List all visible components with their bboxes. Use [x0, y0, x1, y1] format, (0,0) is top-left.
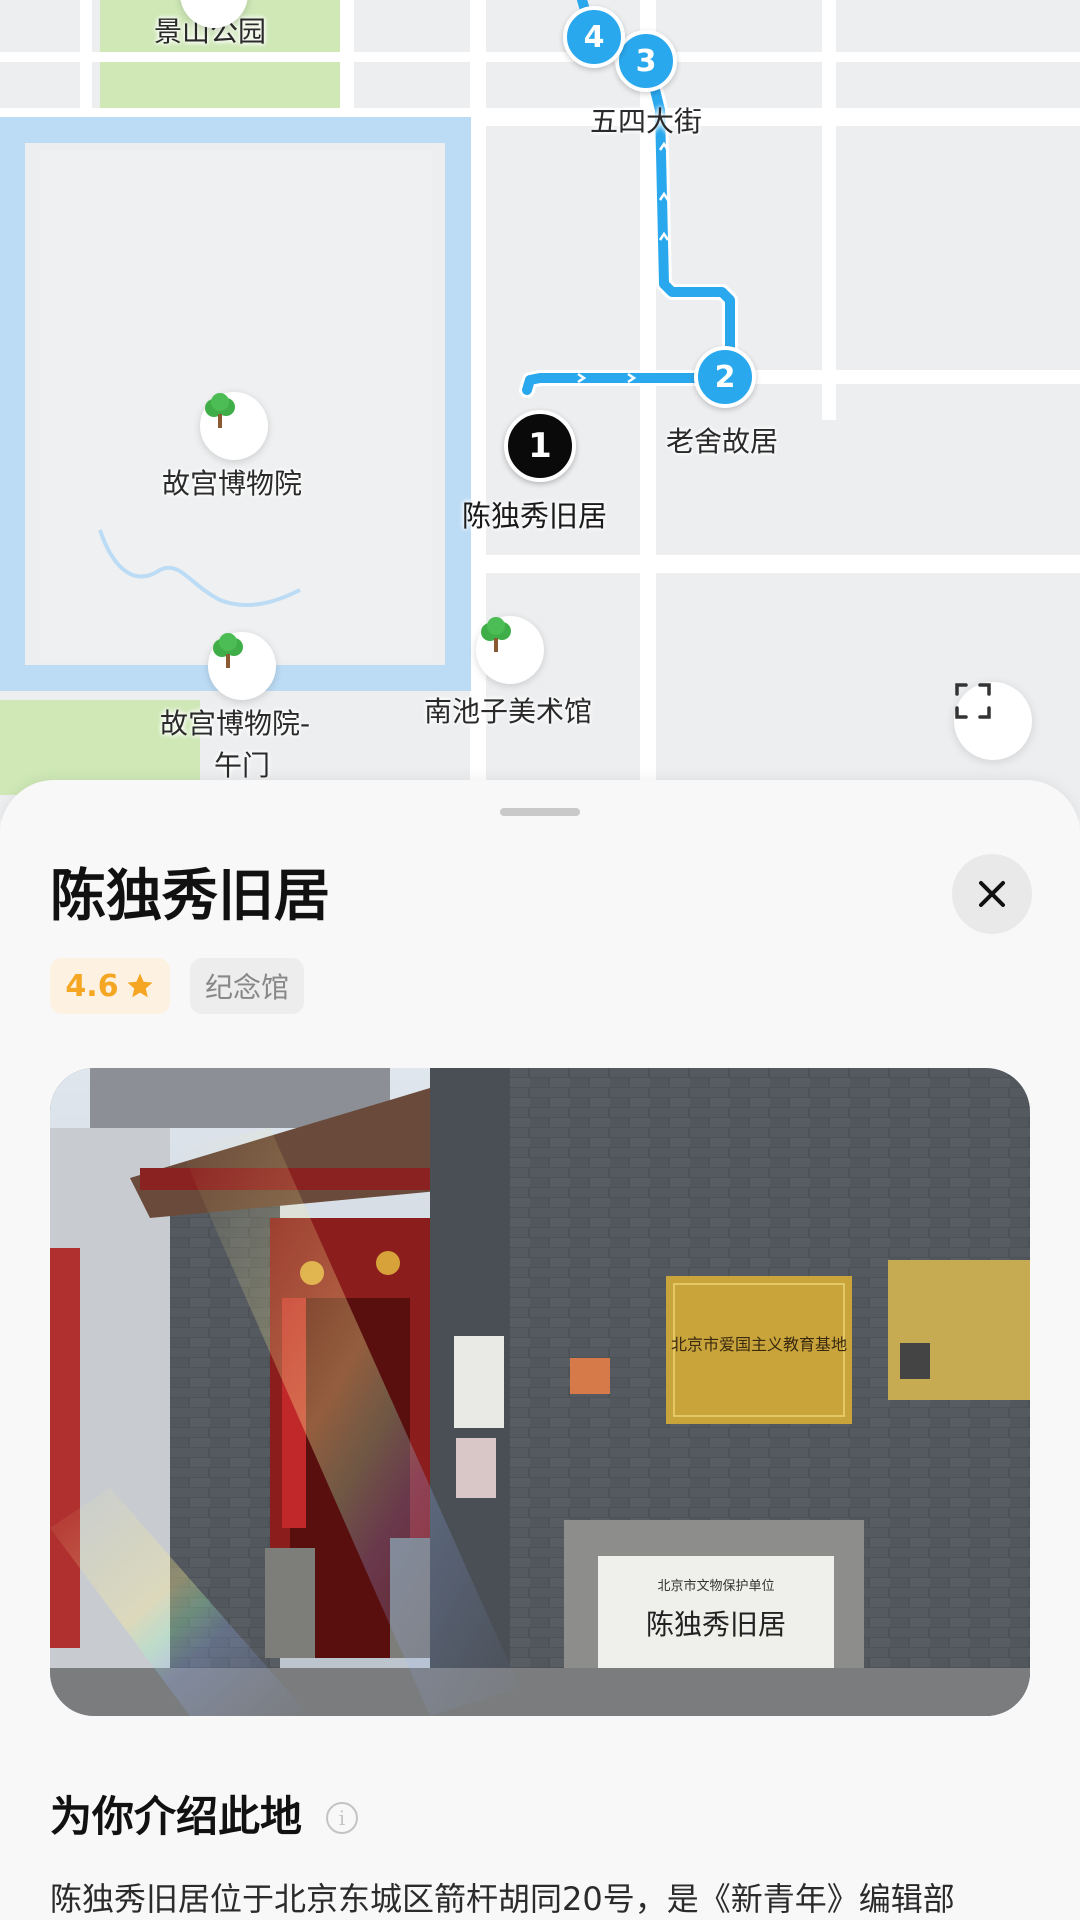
place-title: 陈独秀旧居 [50, 864, 330, 929]
sheet-drag-handle[interactable] [500, 808, 580, 816]
stone-plaque-small-text: 北京市文物保护单位 [657, 1578, 774, 1594]
map-label-nanchizi[interactable]: 南池子美术馆 [424, 694, 592, 730]
close-button[interactable] [952, 854, 1032, 934]
tree-icon[interactable] [208, 632, 276, 700]
fullscreen-icon [955, 683, 991, 719]
fullscreen-button[interactable] [954, 682, 1032, 760]
place-description: 陈独秀旧居位于北京东城区箭杆胡同20号，是《新青年》编辑部 [50, 1880, 955, 1918]
route-stop-2[interactable]: 2 [694, 346, 756, 408]
stone-plaque-main-text: 陈独秀旧居 [646, 1608, 786, 1641]
app-root: 景山公园 五四大街 老舍故居 故宫博物院 陈独秀旧居 故宫博物院- 午门 南池子… [0, 0, 1080, 1920]
category-tag: 纪念馆 [190, 958, 304, 1014]
rating-value: 4.6 [65, 968, 119, 1004]
map-label-wumen-line2[interactable]: 午门 [214, 748, 270, 784]
place-photo-image: 北京市爱国主义教育基地 北京市文物保护单位 陈独秀旧居 [50, 1068, 1030, 1716]
place-detail-sheet: 陈独秀旧居 4.6 纪念馆 北京市爱国主义教育基地 北京市文物保护单位 陈独秀旧… [0, 780, 1080, 1920]
place-photo[interactable]: 北京市爱国主义教育基地 北京市文物保护单位 陈独秀旧居 [50, 1068, 1030, 1716]
map-label-gugong[interactable]: 故宫博物院 [162, 466, 302, 502]
map-label-wusi: 五四大街 [590, 105, 703, 138]
tree-icon[interactable] [476, 616, 544, 684]
tree-icon[interactable] [200, 392, 268, 460]
star-icon [127, 973, 153, 998]
close-icon [979, 881, 1005, 907]
map-view[interactable]: 景山公园 五四大街 老舍故居 故宫博物院 陈独秀旧居 故宫博物院- 午门 南池子… [0, 0, 1080, 820]
map-label-chen[interactable]: 陈独秀旧居 [462, 498, 607, 534]
map-label-wumen-line1[interactable]: 故宫博物院- [160, 706, 310, 742]
gold-plaque-text: 北京市爱国主义教育基地 [671, 1335, 847, 1354]
rating-badge: 4.6 [50, 958, 170, 1014]
info-icon[interactable]: i [326, 1802, 358, 1834]
map-label-laoshe[interactable]: 老舍故居 [666, 424, 778, 460]
route-stop-4[interactable]: 4 [563, 6, 625, 68]
route-stop-1[interactable]: 1 [504, 410, 576, 482]
intro-section-title: 为你介绍此地 [50, 1792, 303, 1841]
